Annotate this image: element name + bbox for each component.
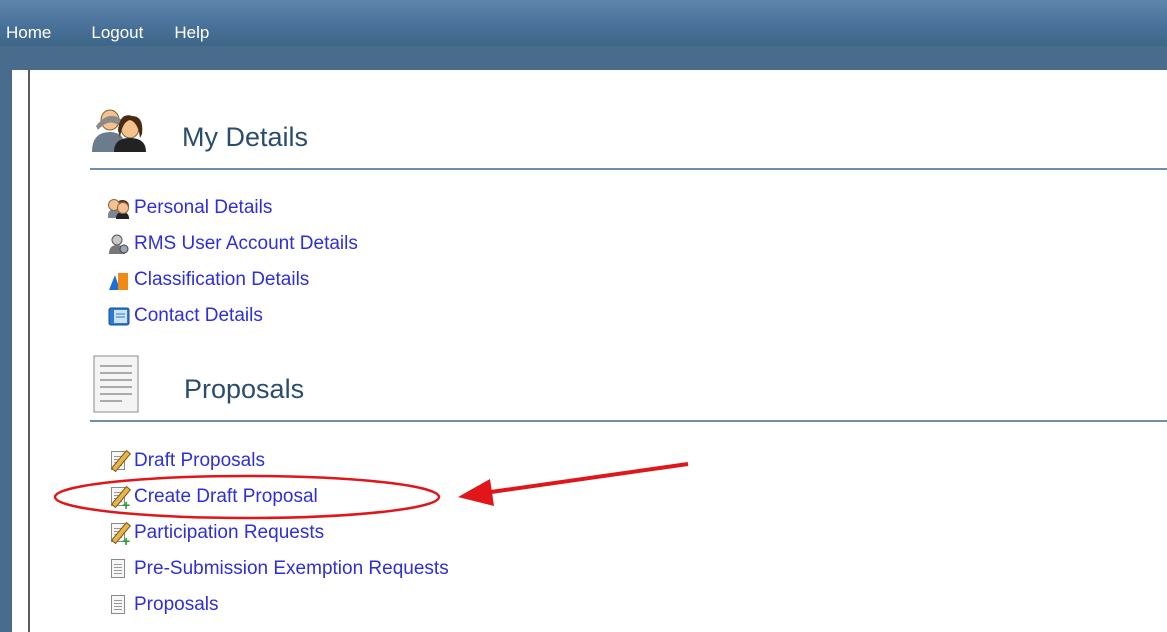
left-border: [0, 46, 12, 632]
nav-help[interactable]: Help: [174, 0, 209, 46]
link-personal-details[interactable]: Personal Details: [108, 194, 272, 222]
people-icon: [90, 108, 152, 152]
add-document-icon: +: [108, 521, 132, 548]
link-proposals-label[interactable]: Proposals: [134, 593, 219, 617]
top-nav: Home Logout Help: [0, 0, 209, 46]
link-contact-details[interactable]: Contact Details: [108, 302, 263, 330]
link-personal-details-label[interactable]: Personal Details: [134, 196, 272, 220]
link-draft-proposals-label[interactable]: Draft Proposals: [134, 449, 265, 473]
text-document-icon: [108, 558, 130, 580]
link-rms-user-account-label[interactable]: RMS User Account Details: [134, 232, 358, 256]
link-draft-proposals[interactable]: Draft Proposals: [108, 447, 265, 475]
document-icon: [92, 354, 142, 414]
nav-home[interactable]: Home: [6, 0, 51, 46]
link-participation-requests-label[interactable]: Participation Requests: [134, 521, 324, 545]
my-details-heading: My Details: [182, 122, 309, 152]
proposals-heading: Proposals: [184, 374, 305, 404]
people-icon: [108, 197, 130, 219]
link-proposals[interactable]: Proposals: [108, 591, 219, 619]
link-create-draft-proposal[interactable]: + Create Draft Proposal: [108, 483, 318, 512]
link-pre-submission-exemption[interactable]: Pre-Submission Exemption Requests: [108, 555, 449, 583]
link-contact-details-label[interactable]: Contact Details: [134, 304, 263, 328]
address-book-icon: [108, 305, 130, 327]
link-classification-details[interactable]: Classification Details: [108, 266, 309, 294]
header-band: [0, 46, 1167, 70]
link-participation-requests[interactable]: + Participation Requests: [108, 519, 324, 548]
add-document-icon: +: [108, 485, 132, 512]
link-rms-user-account[interactable]: RMS User Account Details: [108, 230, 358, 258]
link-pre-submission-exemption-label[interactable]: Pre-Submission Exemption Requests: [134, 557, 449, 581]
link-create-draft-proposal-label[interactable]: Create Draft Proposal: [134, 485, 318, 509]
edit-document-icon: [108, 449, 132, 473]
text-document-icon: [108, 594, 130, 616]
main-content: My Details Personal Details RMS User Acc…: [28, 70, 1167, 632]
nav-logout[interactable]: Logout: [91, 0, 143, 46]
proposals-divider: [90, 420, 1167, 422]
shapes-icon: [108, 269, 130, 291]
my-details-divider: [90, 168, 1167, 170]
link-classification-details-label[interactable]: Classification Details: [134, 268, 309, 292]
user-settings-icon: [108, 233, 130, 255]
